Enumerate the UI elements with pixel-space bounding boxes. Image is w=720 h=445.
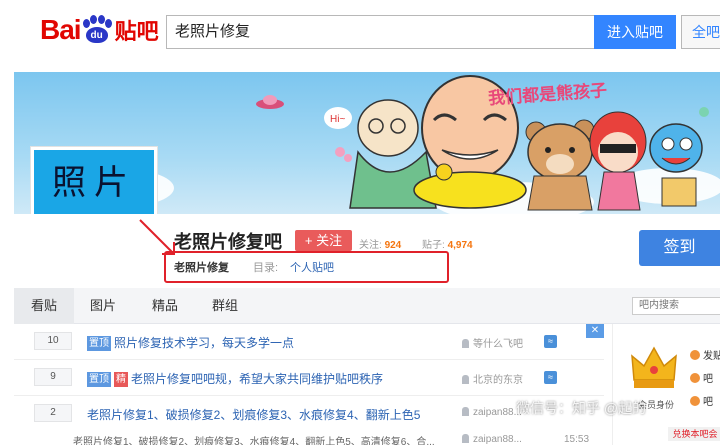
featured-badge: 精	[114, 372, 128, 387]
logo-bai-text: Bai	[40, 14, 82, 45]
user-icon	[462, 375, 469, 384]
paw-toe	[82, 19, 90, 28]
reply-count: 10	[34, 332, 72, 350]
forum-icon	[690, 373, 700, 383]
forum-short-name: 老照片修复	[174, 262, 229, 274]
thread-abstract: 老照片修复1、破损修复2、划痕修复3、水痕修复4、翻新上色5、高清修复6、合..…	[73, 437, 435, 445]
post-count-label: 贴子:	[422, 240, 445, 251]
thread-author[interactable]: 等什么飞吧	[462, 335, 523, 350]
wechat-watermark: 微信号：知乎 @起的	[516, 400, 647, 416]
directory-label: 目录:	[253, 262, 279, 274]
pinned-badge: 置顶	[87, 372, 111, 387]
forum-avatar: 照片	[34, 150, 154, 216]
tab-posts[interactable]: 看贴	[14, 288, 74, 324]
logo-tieba-text: 贴吧	[114, 19, 159, 44]
crown-icon	[631, 346, 677, 388]
thread-title-text: 老照片修复1、破损修复2、划痕修复3、水痕修复4、翻新上色5	[87, 408, 421, 422]
search-input[interactable]: 老照片修复	[166, 15, 594, 49]
directory-link[interactable]: 个人贴吧	[290, 259, 334, 275]
thread-title[interactable]: 老照片修复1、破损修复2、划痕修复3、水痕修复4、翻新上色5	[87, 406, 420, 423]
paw-toe	[97, 15, 105, 24]
top-bar: Bai du 贴吧 老照片修复 进入贴吧 全吧	[0, 0, 720, 66]
follow-button[interactable]: + 关注	[295, 230, 352, 251]
thread-author[interactable]: zaipan88...	[462, 407, 522, 418]
sign-in-button[interactable]: 签到	[639, 230, 720, 266]
thread-time: 15:53	[564, 434, 590, 445]
thread-author-name: zaipan88...	[473, 407, 522, 418]
post-count: 贴子: 4,974	[422, 236, 473, 251]
search-all-button[interactable]: 全吧	[681, 15, 720, 49]
level-icon: ≈	[544, 335, 557, 348]
reply-count: 2	[34, 404, 72, 422]
paw-icon: du	[82, 15, 112, 45]
thread-title-text: 照片修复技术学习，每天多学一点	[114, 336, 295, 350]
thread-title-text: 老照片修复吧吧规，希望大家共同维护贴吧秩序	[131, 372, 384, 386]
redeem-button[interactable]: 兑换本吧会	[668, 427, 720, 441]
sidebar-item[interactable]: 吧	[690, 370, 713, 385]
thread-author-name: 等什么飞吧	[473, 339, 523, 350]
paw-toe	[89, 15, 97, 24]
thread-last-reply-author: zaipan88...	[462, 434, 522, 445]
page-root: Bai du 贴吧 老照片修复 进入贴吧 全吧 Hi~ 我们都是熊孩子 照片 老…	[0, 0, 720, 445]
tab-groups[interactable]: 群组	[202, 288, 248, 324]
thread-row[interactable]: 9 置顶精老照片修复吧吧规，希望大家共同维护贴吧秩序 北京的东京 ≈	[14, 360, 604, 396]
sidebar-item[interactable]: 吧	[690, 393, 713, 408]
logo-du-text: du	[85, 27, 108, 43]
forum-icon	[690, 396, 700, 406]
paw-toe	[104, 19, 112, 28]
svg-text:Hi~: Hi~	[330, 114, 345, 125]
forum-search-input[interactable]: 吧内搜索	[632, 297, 720, 315]
follow-count: 关注: 924	[359, 236, 401, 251]
thread-title[interactable]: 置顶精老照片修复吧吧规，希望大家共同维护贴吧秩序	[87, 370, 383, 387]
thread-row[interactable]: 10 置顶 照片修复技术学习，每天多学一点 等什么飞吧 ≈	[14, 324, 604, 360]
post-icon	[690, 350, 700, 360]
reply-count: 9	[34, 368, 72, 386]
follow-count-value: 924	[384, 240, 402, 251]
follow-count-label: 关注:	[359, 240, 382, 251]
level-icon: ≈	[544, 371, 557, 384]
last-reply-author-name: zaipan88...	[473, 434, 522, 445]
enter-tieba-button[interactable]: 进入贴吧	[594, 15, 676, 49]
user-icon	[462, 434, 469, 443]
user-icon	[462, 407, 469, 416]
tab-images[interactable]: 图片	[80, 288, 126, 324]
baidu-tieba-logo[interactable]: Bai du 贴吧	[40, 10, 159, 50]
post-count-value: 4,974	[447, 240, 473, 251]
thread-author[interactable]: 北京的东京	[462, 371, 523, 386]
thread-author-name: 北京的东京	[473, 375, 523, 386]
tab-featured[interactable]: 精品	[142, 288, 188, 324]
user-icon	[462, 339, 469, 348]
pinned-badge: 置顶	[87, 336, 111, 351]
thread-title[interactable]: 置顶 照片修复技术学习，每天多学一点	[87, 334, 294, 351]
sidebar-item[interactable]: 发贴	[690, 347, 720, 362]
